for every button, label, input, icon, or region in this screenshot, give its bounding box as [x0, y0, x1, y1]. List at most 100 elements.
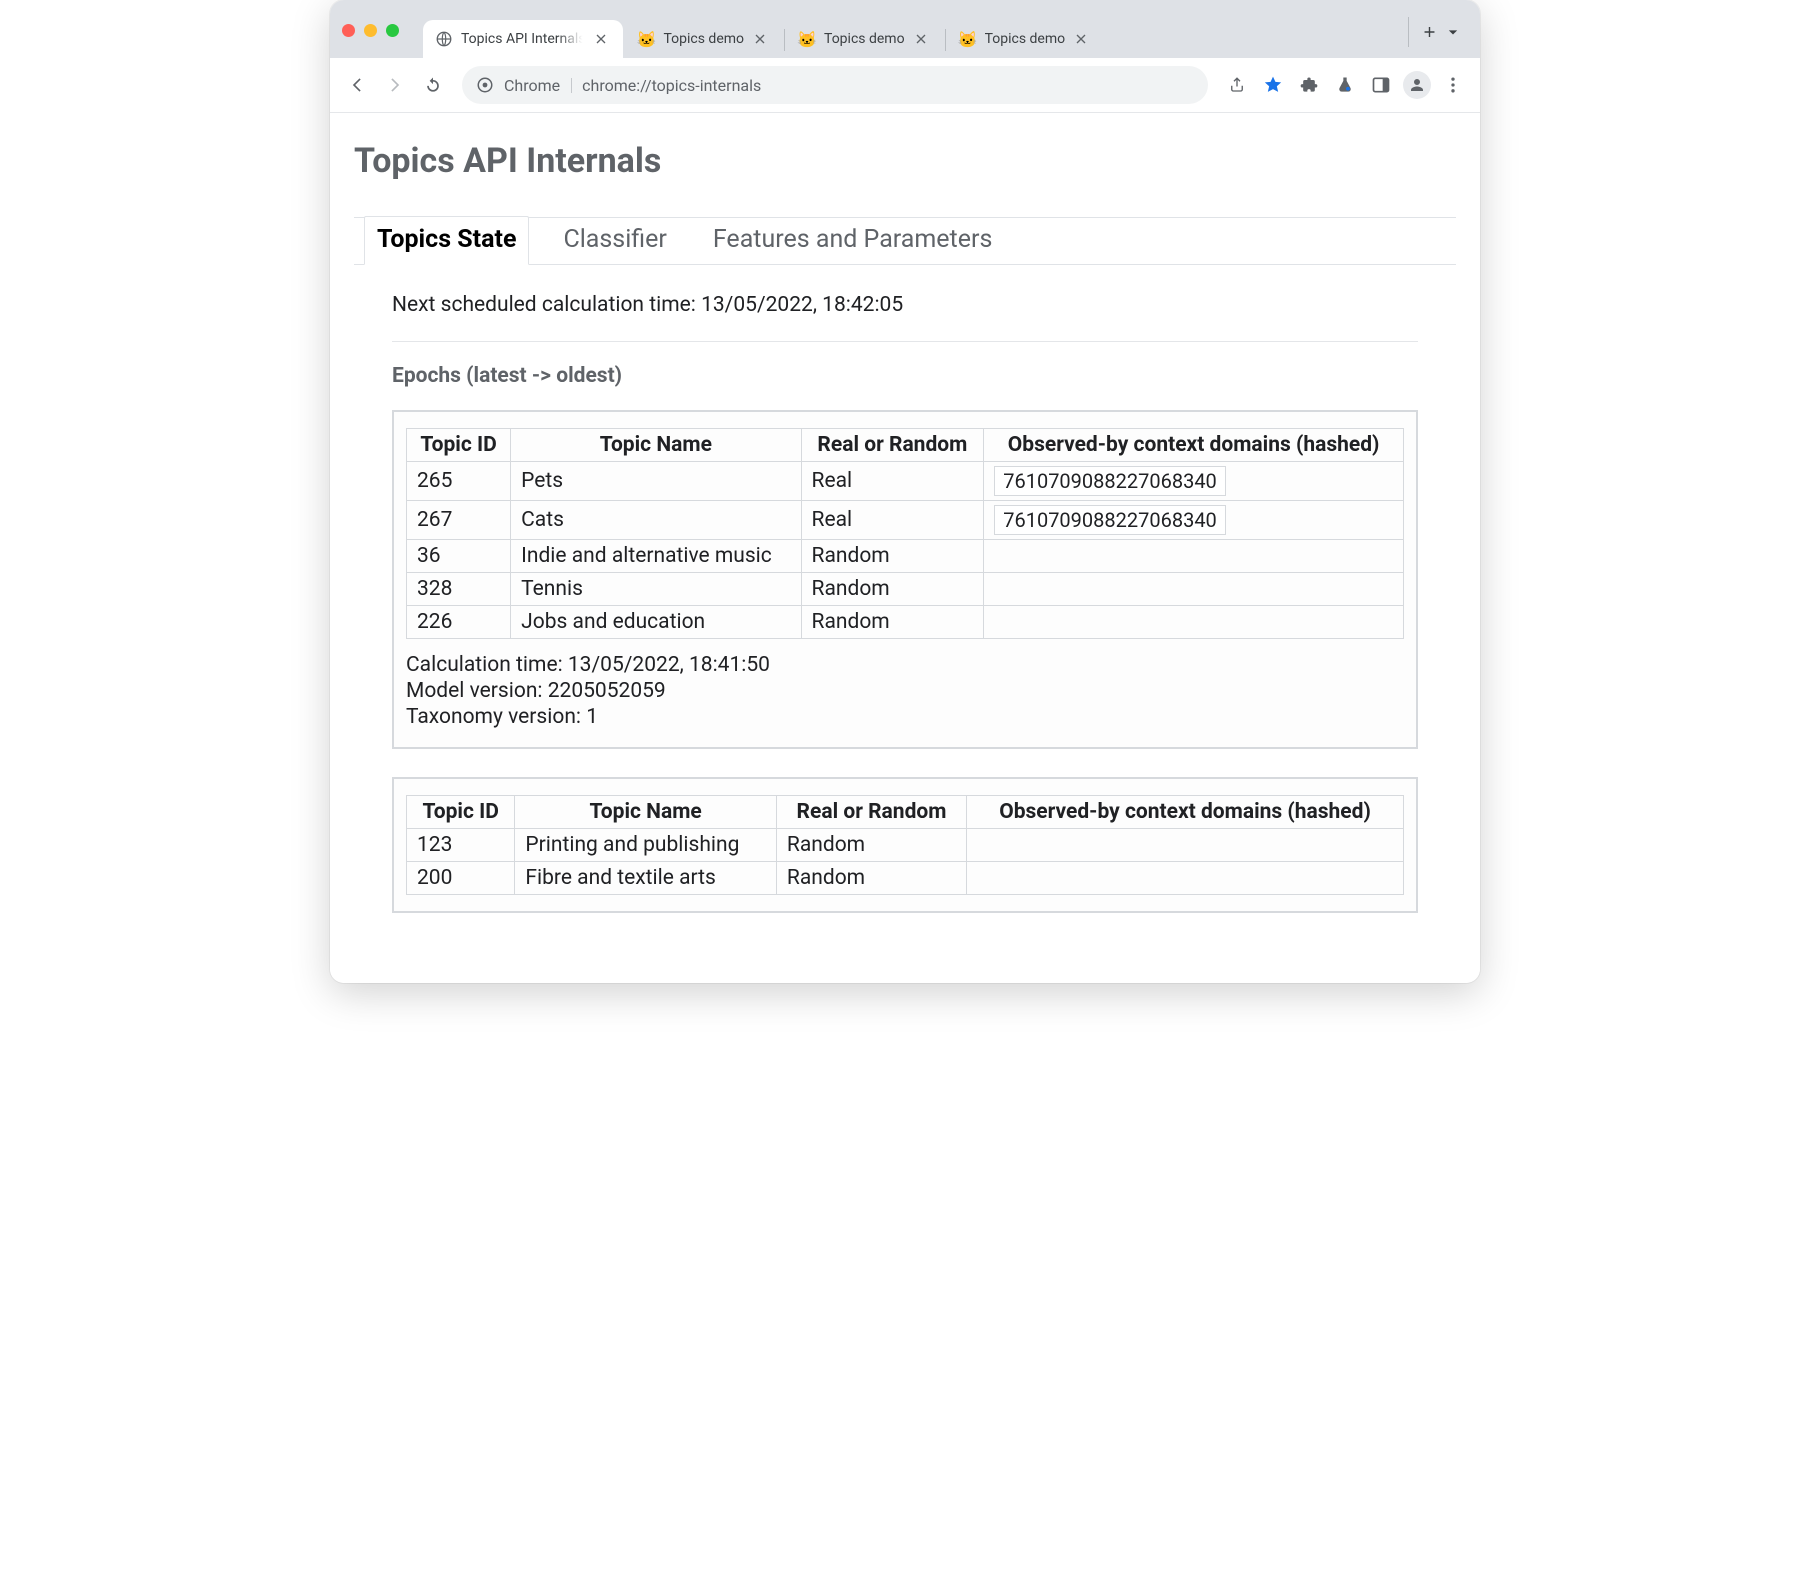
- arrow-left-icon: [347, 75, 367, 95]
- epochs-container: Topic IDTopic NameReal or RandomObserved…: [392, 410, 1418, 913]
- browser-tabs: Topics API Internals 🐱 Topics demo 🐱 Topics …: [423, 20, 1400, 58]
- table-cell: 7610709088227068340: [984, 501, 1404, 540]
- side-panel-button[interactable]: [1364, 68, 1398, 102]
- forward-button[interactable]: [378, 68, 412, 102]
- kebab-icon: [1443, 75, 1463, 95]
- table-cell: Printing and publishing: [515, 829, 777, 862]
- toolbar: Chrome chrome://topics-internals: [330, 58, 1480, 113]
- topics-table: Topic IDTopic NameReal or RandomObserved…: [406, 795, 1404, 895]
- table-cell: Pets: [511, 462, 801, 501]
- table-cell: 7610709088227068340: [984, 462, 1404, 501]
- hash-chip: 7610709088227068340: [994, 505, 1226, 535]
- pane-tab[interactable]: Features and Parameters: [701, 217, 1005, 265]
- pane-body: Next scheduled calculation time: 13/05/2…: [354, 264, 1456, 913]
- table-row: 265PetsReal 7610709088227068340: [407, 462, 1404, 501]
- toolbar-right: [1220, 68, 1470, 102]
- tabs-overflow-button[interactable]: [1438, 17, 1468, 47]
- reload-button[interactable]: [416, 68, 450, 102]
- page-title: Topics API Internals: [354, 141, 1456, 181]
- table-row: 123Printing and publishingRandom: [407, 829, 1404, 862]
- table-cell: [984, 606, 1404, 639]
- profile-button[interactable]: [1400, 68, 1434, 102]
- table-cell: [967, 829, 1404, 862]
- share-button[interactable]: [1220, 68, 1254, 102]
- table-header: Topic ID: [407, 796, 515, 829]
- table-cell: [967, 862, 1404, 895]
- browser-tab-label: Topics demo: [985, 31, 1066, 47]
- bookmark-button[interactable]: [1256, 68, 1290, 102]
- table-cell: Random: [776, 829, 966, 862]
- close-icon: [752, 30, 768, 48]
- close-icon: [913, 30, 929, 48]
- epoch-block: Topic IDTopic NameReal or RandomObserved…: [392, 777, 1418, 913]
- table-cell: Real: [801, 462, 984, 501]
- share-icon: [1228, 76, 1246, 94]
- next-calculation-value: 13/05/2022, 18:42:05: [701, 293, 903, 317]
- avatar-icon: [1403, 71, 1431, 99]
- window-maximize-button[interactable]: [386, 24, 399, 37]
- next-calculation-label: Next scheduled calculation time:: [392, 293, 696, 317]
- browser-tab[interactable]: 🐱 Topics demo: [625, 20, 782, 58]
- table-cell: [984, 540, 1404, 573]
- epoch-block: Topic IDTopic NameReal or RandomObserved…: [392, 410, 1418, 749]
- table-cell: Fibre and textile arts: [515, 862, 777, 895]
- calc-time: Calculation time: 13/05/2022, 18:41:50: [406, 653, 1404, 677]
- back-button[interactable]: [340, 68, 374, 102]
- browser-tab-label: Topics API Internals: [461, 31, 585, 47]
- omnibox-url: chrome://topics-internals: [582, 76, 761, 95]
- side-panel-icon: [1371, 75, 1391, 95]
- hash-chip: 7610709088227068340: [994, 466, 1226, 496]
- labs-button[interactable]: [1328, 68, 1362, 102]
- arrow-right-icon: [385, 75, 405, 95]
- taxonomy-version: Taxonomy version: 1: [406, 705, 1404, 729]
- table-cell: 265: [407, 462, 511, 501]
- table-cell: 123: [407, 829, 515, 862]
- table-cell: Random: [801, 540, 984, 573]
- page-viewport: Topics API Internals Topics State Classif…: [330, 113, 1480, 983]
- browser-window: Topics API Internals 🐱 Topics demo 🐱 Topics …: [330, 0, 1480, 983]
- table-row: 226Jobs and educationRandom: [407, 606, 1404, 639]
- table-cell: 267: [407, 501, 511, 540]
- menu-button[interactable]: [1436, 68, 1470, 102]
- tab-close-button[interactable]: [913, 31, 929, 47]
- table-cell: Random: [776, 862, 966, 895]
- table-cell: Real: [801, 501, 984, 540]
- browser-tab-label: Topics demo: [663, 31, 744, 47]
- chrome-logo-icon: [476, 76, 494, 94]
- browser-tab[interactable]: Topics API Internals: [423, 20, 623, 58]
- table-cell: Random: [801, 606, 984, 639]
- tab-close-button[interactable]: [752, 31, 768, 47]
- cat-icon: 🐱: [798, 30, 816, 48]
- window-close-button[interactable]: [342, 24, 355, 37]
- table-header: Real or Random: [801, 429, 984, 462]
- browser-tab[interactable]: 🐱Topics demo: [947, 20, 1104, 58]
- cat-icon: 🐱: [637, 30, 655, 48]
- table-cell: 226: [407, 606, 511, 639]
- table-header: Topic ID: [407, 429, 511, 462]
- pane-tab[interactable]: Classifier: [551, 217, 678, 265]
- tab-close-button[interactable]: [1073, 31, 1089, 47]
- window-minimize-button[interactable]: [364, 24, 377, 37]
- table-cell: 328: [407, 573, 511, 606]
- flask-icon: [1335, 75, 1355, 95]
- table-row: 328TennisRandom: [407, 573, 1404, 606]
- table-cell: Tennis: [511, 573, 801, 606]
- epochs-heading: Epochs (latest -> oldest): [392, 364, 1418, 388]
- browser-tab-label: Topics demo: [824, 31, 905, 47]
- new-tab-button[interactable]: [1408, 17, 1438, 47]
- close-icon: [593, 30, 609, 48]
- extensions-button[interactable]: [1292, 68, 1326, 102]
- omnibox[interactable]: Chrome chrome://topics-internals: [462, 66, 1208, 104]
- table-row: 36Indie and alternative musicRandom: [407, 540, 1404, 573]
- pane-tabs: Topics State Classifier Features and Param…: [354, 217, 1456, 265]
- table-cell: Indie and alternative music: [511, 540, 801, 573]
- tab-close-button[interactable]: [593, 31, 609, 47]
- table-header: Real or Random: [776, 796, 966, 829]
- close-icon: [1073, 30, 1089, 48]
- pane-tab[interactable]: Topics State: [364, 216, 529, 265]
- topics-table: Topic IDTopic NameReal or RandomObserved…: [406, 428, 1404, 639]
- browser-tab[interactable]: 🐱 Topics demo: [786, 20, 943, 58]
- table-row: 267CatsReal7610709088227068340: [407, 501, 1404, 540]
- epoch-meta: Calculation time: 13/05/2022, 18:41:50Mo…: [406, 653, 1404, 729]
- table-header: Topic Name: [515, 796, 777, 829]
